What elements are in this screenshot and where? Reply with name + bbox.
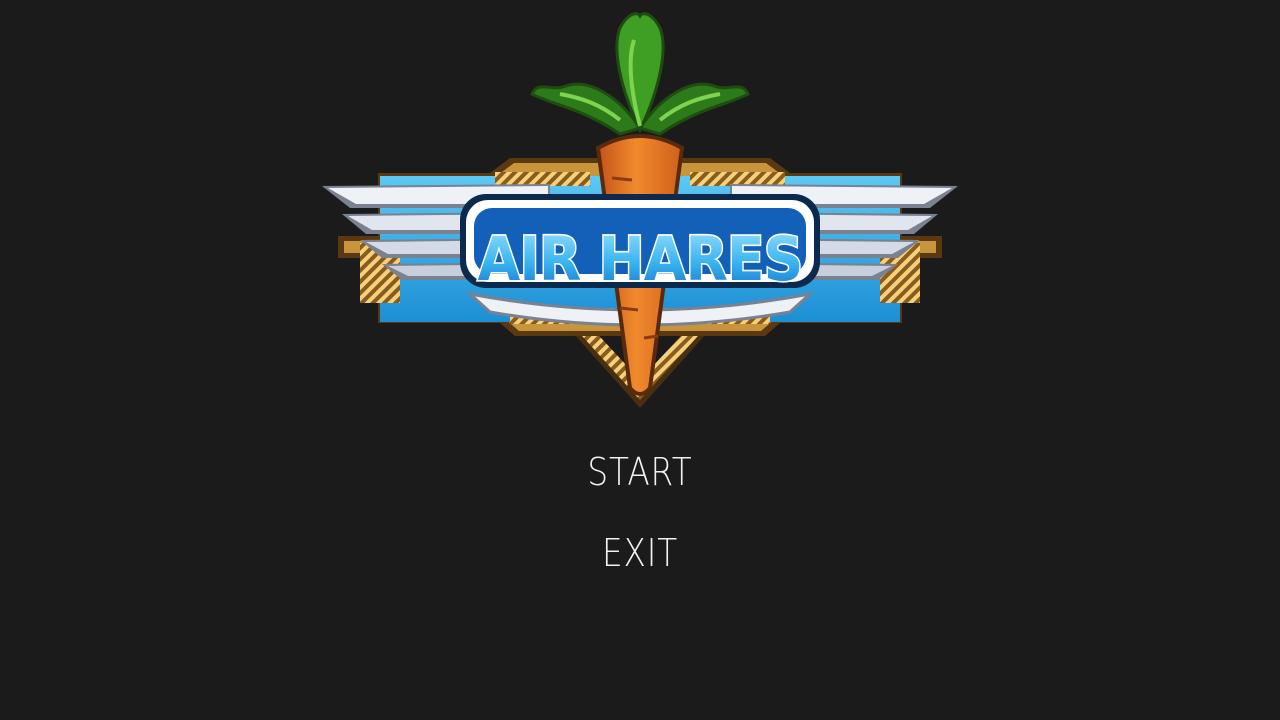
logo-title-plate: AIR HARES [460, 194, 820, 296]
start-button[interactable]: START [90, 450, 1191, 494]
title-screen: AIR HARES START EXIT [0, 0, 1280, 720]
exit-button[interactable]: EXIT [90, 531, 1191, 575]
logo-title-text: AIR HARES [478, 223, 803, 294]
air-hares-logo: AIR HARES [322, 12, 958, 408]
